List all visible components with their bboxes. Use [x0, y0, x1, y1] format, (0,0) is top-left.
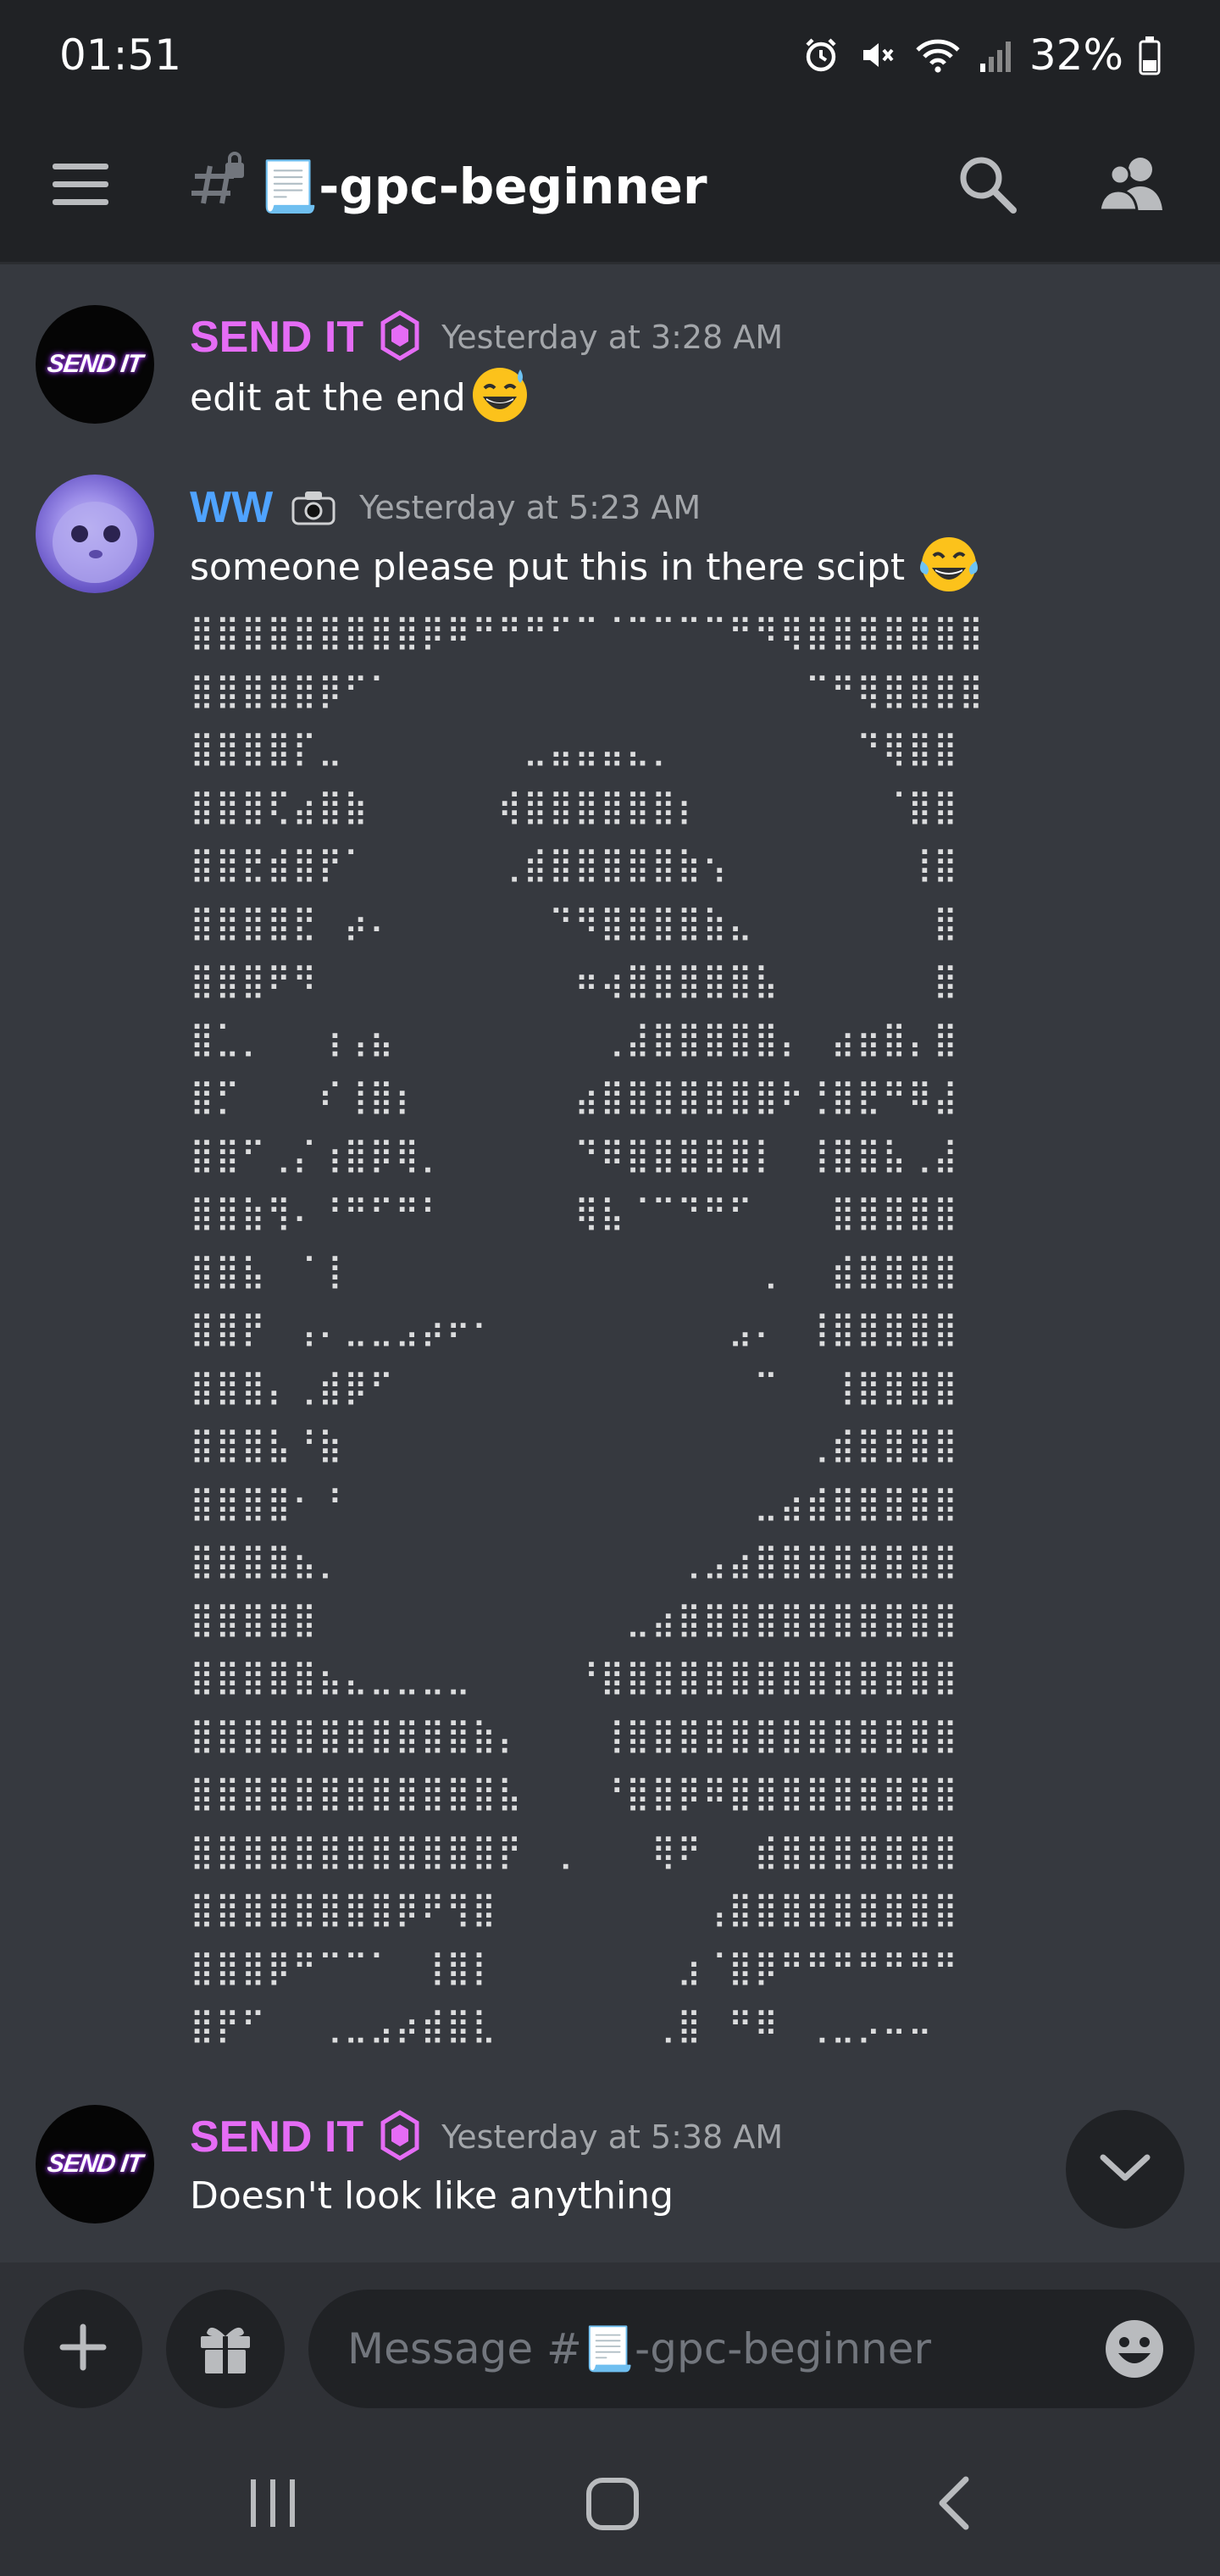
menu-icon[interactable] [53, 159, 112, 214]
camera-icon [288, 485, 339, 530]
add-attachment-button[interactable] [24, 2290, 142, 2408]
message-header: SEND IT Yesterday at 3:28 AM [190, 307, 783, 368]
signal-icon [979, 35, 1014, 75]
channel-name: 📃-gpc-beginner [258, 157, 707, 215]
ascii-art-line: ⣿⣿⣿⣿⣟⠀⡴⠄⠀⠀⠀⠀⠀⠀⠙⠻⣿⣿⣿⣿⣷⣄⠀⠀⠀⠀⠀⠀⠀⣿ [190, 903, 959, 942]
ascii-art-line: ⣿⡟⠋⠀⠀⢀⣀⣠⡴⣾⣿⣇⠀⠀⠀⠀⠀⠀⢀⣿⠀⠛⠿⠀⢀⣀⡠⠤⠤⠀ [190, 2007, 959, 2045]
locked-channel-icon [188, 151, 247, 222]
ascii-art-line: ⣿⣿⣿⣿⠂⠘⠀⠀⠀⠀⠀⠀⠀⠀⠀⠀⠀⠀⠀⠀⠀⠀⣀⣴⣾⣿⣿⣿⣿⣿ [190, 1484, 959, 1523]
ascii-art-line: ⣿⣿⣿⣿⣿⣿⣿⣿⣿⣿⣿⣿⡟⠀⢀⠀⠀⠀⢿⠟⠀⠀⣾⣿⣿⣿⣿⣿⣿⣿ [190, 1832, 959, 1871]
home-icon[interactable] [585, 2476, 640, 2535]
avatar[interactable]: SEND IT [36, 2105, 154, 2223]
ascii-art-line: ⣿⣿⠋⢀⡌⢰⣿⡿⢿⡀⠀⠀⠀⠀⠀⠙⠿⣿⣿⣿⣿⣿⡇⠀⢸⣿⣿⣧⢀⣼ [190, 1135, 959, 1174]
status-time: 01:51 [59, 31, 182, 80]
message-text: someone please put this in there scipt [190, 536, 981, 597]
channel-header: 📃-gpc-beginner [0, 110, 1220, 264]
ascii-art-line: ⣿⣿⣿⣿⣿⠀⠀⠀⠀⠀⠀⠀⠀⠀⠀⠀⠀⣀⣴⣿⣿⣿⣿⣿⣿⣿⣿⣿⣿⣿ [190, 1600, 959, 1639]
ascii-art: ⣿⣿⣿⣿⣿⣿⣿⣿⣿⡿⠿⠛⠛⠛⠋⠉⠈⠉⠉⠉⠉⠛⠻⢿⣿⣿⣿⣿⣿⣿⣿ ⣿⣿⣿⣿⣿⡿⠋⠁⠀… [190, 604, 1054, 2057]
wifi-icon [912, 35, 963, 75]
gift-button[interactable] [166, 2290, 285, 2408]
search-icon[interactable] [956, 153, 1020, 220]
gift-icon [196, 2318, 255, 2380]
timestamp: Yesterday at 5:38 AM [441, 2118, 784, 2156]
ascii-art-line: ⣿⣁⡀⠀⠀⢰⢠⣦⠀⠀⠀⠀⠀⠀⠀⠀⢀⣼⣿⣿⣿⣿⣿⡄⠀⣴⣶⣿⡄⣿ [190, 1019, 959, 1058]
ascii-art-line: ⣿⣿⣿⢏⣴⣿⣷⠀⠀⠀⠀⠀⢾⣿⣿⣿⣿⣿⣿⡆⠀⠀⠀⠀⠀⠀⠀⠈⣿⣿ [190, 787, 959, 826]
channel-title: 📃-gpc-beginner [188, 144, 707, 229]
message-input[interactable]: Message #📃-gpc-beginner [308, 2290, 1195, 2408]
timestamp: Yesterday at 3:28 AM [441, 319, 784, 356]
message-header: SEND IT Yesterday at 5:38 AM [190, 2107, 783, 2168]
ascii-art-line: ⣿⣿⣿⣿⣿⡿⠋⠁⠀⠀⠀⠀⠀⠀⠀⠀⠀⠀⠀⠀⠀⠀⠀⠀⠉⠛⢿⣿⣿⣿⣿ [190, 671, 985, 710]
avatar-image [53, 502, 137, 583]
author-name[interactable]: SEND IT [190, 2112, 363, 2162]
ascii-art-line: ⣿⣿⡟⠀⢠⠄⣀⣀⣠⡴⠖⠂⠀⠀⠀⠀⠀⠀⠀⠀⠀⣠⠄⠀⢸⣿⣿⣿⣿⣿ [190, 1310, 959, 1348]
ascii-art-line: ⣿⣿⣿⣧⠘⣷⠀⠀⠀⠀⠀⠀⠀⠀⠀⠀⠀⠀⠀⠀⠀⠀⠀⠀⢀⣾⣿⣿⣿⣿ [190, 1426, 959, 1464]
author-name[interactable]: WW [190, 482, 273, 533]
gem-icon [379, 310, 421, 364]
ascii-art-line: ⣿⣿⣿⡿⠛⠉⠉⠁⠀⢸⣿⡇⠀⠀⠀⠀⠀⠀⠀⣰⠈⣿⡿⠛⠛⠛⠛⠛⠛⠛ [190, 1948, 959, 1987]
message-header: WW Yesterday at 5:23 AM [190, 477, 701, 538]
ascii-art-line: ⣿⣿⣿⡄⢀⣾⡿⠋⠀⠀⠀⠀⠀⠀⠀⠀⠀⠀⠀⠀⠀⠀⠉⠀⠀⢸⣿⣿⣿⣿ [190, 1368, 959, 1407]
message-text: Doesn't look like anything [190, 2174, 674, 2218]
recents-icon[interactable] [246, 2476, 300, 2534]
ascii-art-line: ⣿⣿⣷⢻⠄⠘⠛⠋⠛⠃⠀⠀⠀⠀⠀⢿⣧⠈⠉⠙⠛⠋⠀⠀⠀⣿⣿⣿⣿⣿ [190, 1194, 959, 1232]
chevron-down-icon [1098, 2151, 1152, 2188]
ascii-art-line: ⣿⣿⣿⣿⣿⣿⣿⣿⣿⡿⠿⠛⠛⠛⠋⠉⠈⠉⠉⠉⠉⠛⠻⢿⣿⣿⣿⣿⣿⣿⣿ [190, 613, 985, 652]
ascii-art-line: ⣿⣿⣿⣿⣿⣦⣄⣀⣀⣀⣀⠀⠀⠀⠀⠘⣿⣿⣿⣿⣿⣿⣿⣿⣿⣿⣿⣿⣿⣿ [190, 1658, 959, 1696]
ascii-art-line: ⣿⣿⣿⣿⣿⣿⣿⣿⣿⣿⣿⣿⣧⠀⠀⠀⠘⣿⣿⡿⠿⣿⣿⣿⣿⣿⣿⣿⣿⣿ [190, 1774, 959, 1813]
ascii-art-line: ⣿⡋⠀⠀⠀⠎⢸⣿⡆⠀⠀⠀⠀⠀⠀⣴⣿⣿⣿⣿⣿⣿⣿⠗⢘⣿⣟⠛⠿⣼ [190, 1078, 959, 1116]
jump-to-present-button[interactable] [1066, 2110, 1184, 2229]
message-composer: Message #📃-gpc-beginner [0, 2262, 1220, 2432]
gem-icon [379, 2110, 421, 2164]
tears-of-joy-emoji-icon [917, 532, 981, 602]
alarm-icon [801, 35, 841, 75]
message-text: edit at the end [190, 367, 530, 427]
ascii-art-line: ⣿⣿⣧⠀⠈⢸⠀⠀⠀⠀⠀⠀⠀⠀⠀⠀⠀⠀⠀⠀⠀⠀⢀⠀⠀⣾⣿⣿⣿⣿ [190, 1252, 959, 1291]
system-nav-bar [0, 2432, 1220, 2576]
status-bar: 01:51 32% [0, 0, 1220, 110]
status-icons: 32% [801, 31, 1161, 80]
ascii-art-line: ⣿⣿⣿⣿⣦⡀⠀⠀⠀⠀⠀⠀⠀⠀⠀⠀⠀⠀⠀⢀⣠⣴⣿⣿⣿⣿⣿⣿⣿⣿ [190, 1542, 959, 1580]
emoji-icon[interactable] [1103, 2318, 1166, 2390]
timestamp: Yesterday at 5:23 AM [359, 489, 702, 526]
sweat-smile-emoji-icon [469, 363, 530, 433]
avatar[interactable]: SEND IT [36, 305, 154, 424]
ascii-art-line: ⣿⣿⣟⣾⣿⡟⠁⠀⠀⠀⠀⠀⢀⣾⣿⣿⣿⣿⣿⣷⢢⠀⠀⠀⠀⠀⠀⠀⢸⣿ [190, 846, 959, 884]
ascii-art-line: ⣿⣿⣿⣿⡏⣀⠀⠀⠀⠀⠀⠀⠀⣀⣤⣤⣤⣄⡀⠀⠀⠀⠀⠀⠀⠀⠙⢿⣿⣿ [190, 730, 959, 768]
ascii-art-line: ⣿⣿⣿⠟⠻⠀⠀⠀⠀⠀⠀⠀⠀⠀⠀⠶⢴⣿⣿⣿⣿⣿⣧⠀⠀⠀⠀⠀⠀⣿ [190, 962, 959, 1000]
battery-percent: 32% [1029, 31, 1123, 80]
back-icon[interactable] [932, 2476, 978, 2534]
ascii-art-line: ⣿⣿⣿⣿⣿⣿⣿⣿⡿⠟⢻⣿⠀⠀⠀⠀⠀⠀⠀⠀⢠⣿⣿⣿⣿⣿⣿⣿⣿⣿ [190, 1890, 959, 1929]
author-name[interactable]: SEND IT [190, 312, 363, 363]
battery-icon [1139, 35, 1161, 75]
plus-icon [59, 2323, 107, 2374]
ascii-art-line: ⣿⣿⣿⣿⣿⣿⣿⣿⣿⣿⣿⣷⡄⠀⠀⠀⢸⣿⣿⣿⣿⣿⣿⣿⣿⣿⣿⣿⣿⣿ [190, 1716, 959, 1755]
mute-icon [857, 35, 897, 75]
members-icon[interactable] [1098, 154, 1166, 217]
avatar[interactable] [36, 475, 154, 593]
message-placeholder: Message #📃-gpc-beginner [347, 2323, 932, 2373]
